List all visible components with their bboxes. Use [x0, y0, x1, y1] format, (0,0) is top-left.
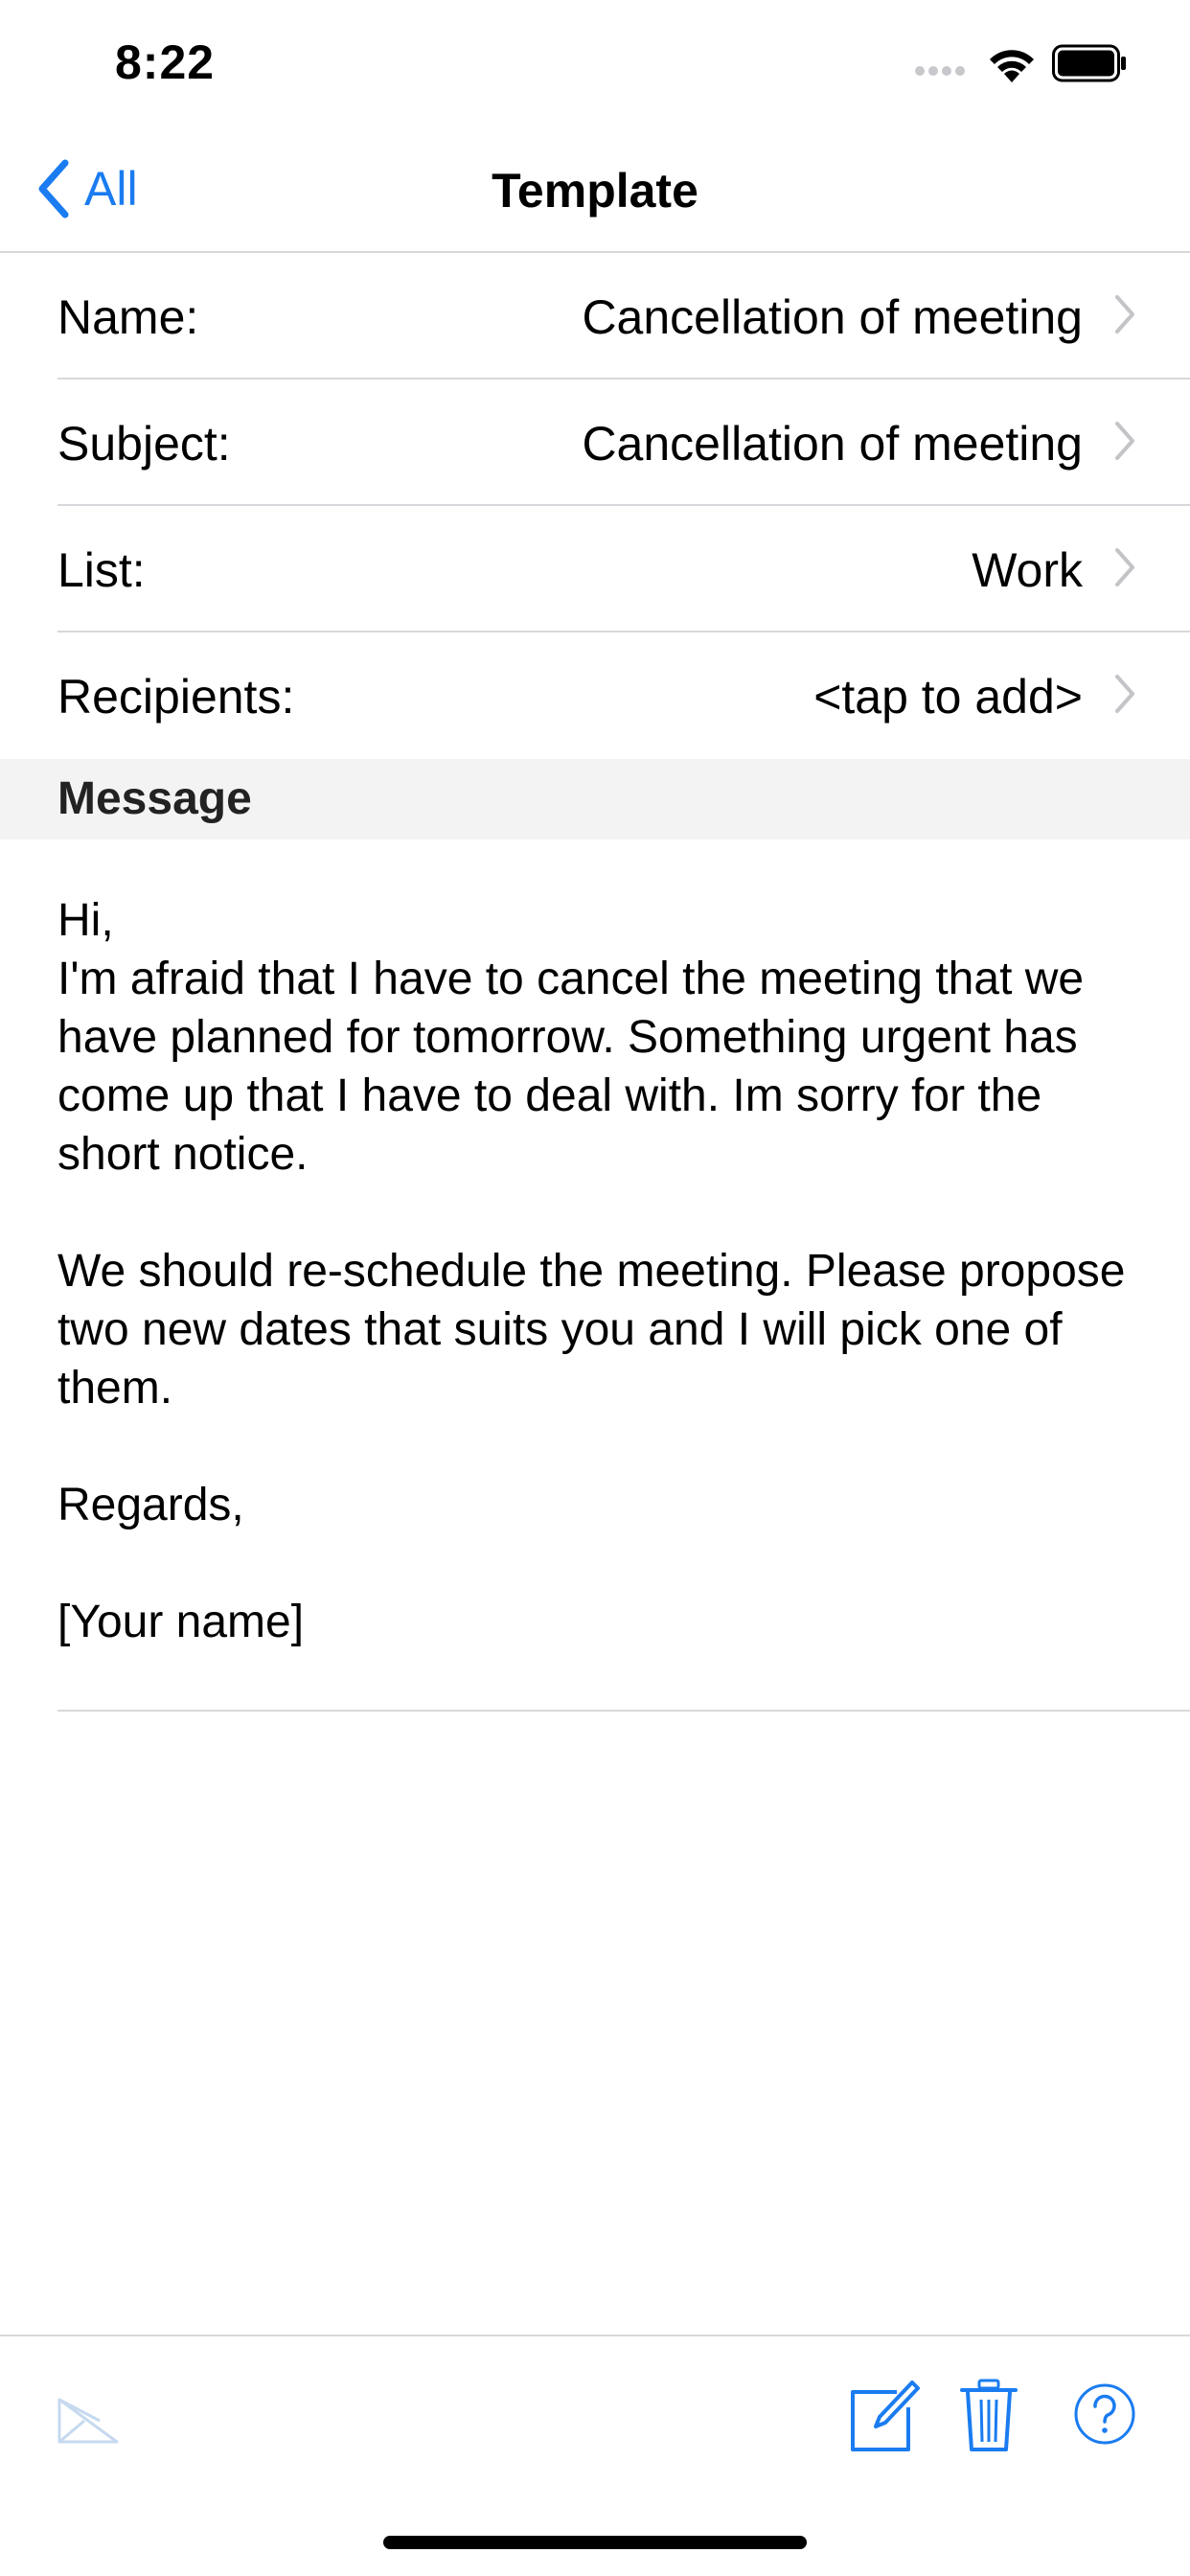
- status-bar: 8:22: [0, 0, 1190, 126]
- divider: [57, 1710, 1190, 1712]
- help-icon[interactable]: [1073, 2382, 1136, 2446]
- navigation-bar: All Template: [0, 126, 1190, 253]
- subject-row[interactable]: Subject: Cancellation of meeting: [57, 380, 1190, 506]
- cellular-signal-icon: [915, 63, 973, 79]
- subject-value: Cancellation of meeting: [582, 417, 1083, 471]
- subject-label: Subject:: [57, 417, 231, 471]
- home-indicator: [383, 2536, 807, 2549]
- list-value: Work: [972, 543, 1083, 597]
- message-greeting: Hi,: [57, 895, 114, 946]
- wifi-icon: [990, 50, 1034, 82]
- battery-icon: [1052, 44, 1126, 82]
- message-closing: Regards,: [57, 1480, 244, 1530]
- chevron-right-icon: [1115, 675, 1134, 713]
- list-row[interactable]: List: Work: [57, 506, 1190, 632]
- chevron-right-icon: [1115, 422, 1134, 460]
- page-title: Template: [492, 164, 698, 218]
- message-signature: [Your name]: [57, 1597, 305, 1647]
- name-label: Name:: [57, 290, 199, 344]
- name-value: Cancellation of meeting: [582, 290, 1083, 344]
- list-label: List:: [57, 543, 146, 597]
- send-mail-icon[interactable]: [56, 2394, 121, 2448]
- chevron-right-icon: [1115, 295, 1134, 334]
- chevron-right-icon: [1115, 548, 1134, 586]
- template-screen: 8:22 All Template Name: Cancellation of …: [0, 0, 1190, 2576]
- status-time: 8:22: [115, 35, 216, 89]
- compose-icon[interactable]: [847, 2379, 922, 2453]
- message-paragraph: We should re-schedule the meeting. Pleas…: [57, 1246, 1126, 1414]
- name-row[interactable]: Name: Cancellation of meeting: [57, 253, 1190, 380]
- template-fields: Name: Cancellation of meeting Subject: C…: [0, 253, 1190, 759]
- recipients-row[interactable]: Recipients: <tap to add>: [57, 632, 1190, 759]
- message-section-header: Message: [0, 759, 1190, 840]
- message-paragraph: I'm afraid that I have to cancel the mee…: [57, 954, 1085, 1180]
- trash-icon[interactable]: [960, 2379, 1018, 2453]
- recipients-value: <tap to add>: [813, 670, 1083, 724]
- message-body[interactable]: Hi, I'm afraid that I have to cancel the…: [57, 891, 1150, 1651]
- message-section-title: Message: [57, 773, 252, 824]
- recipients-label: Recipients:: [57, 670, 295, 724]
